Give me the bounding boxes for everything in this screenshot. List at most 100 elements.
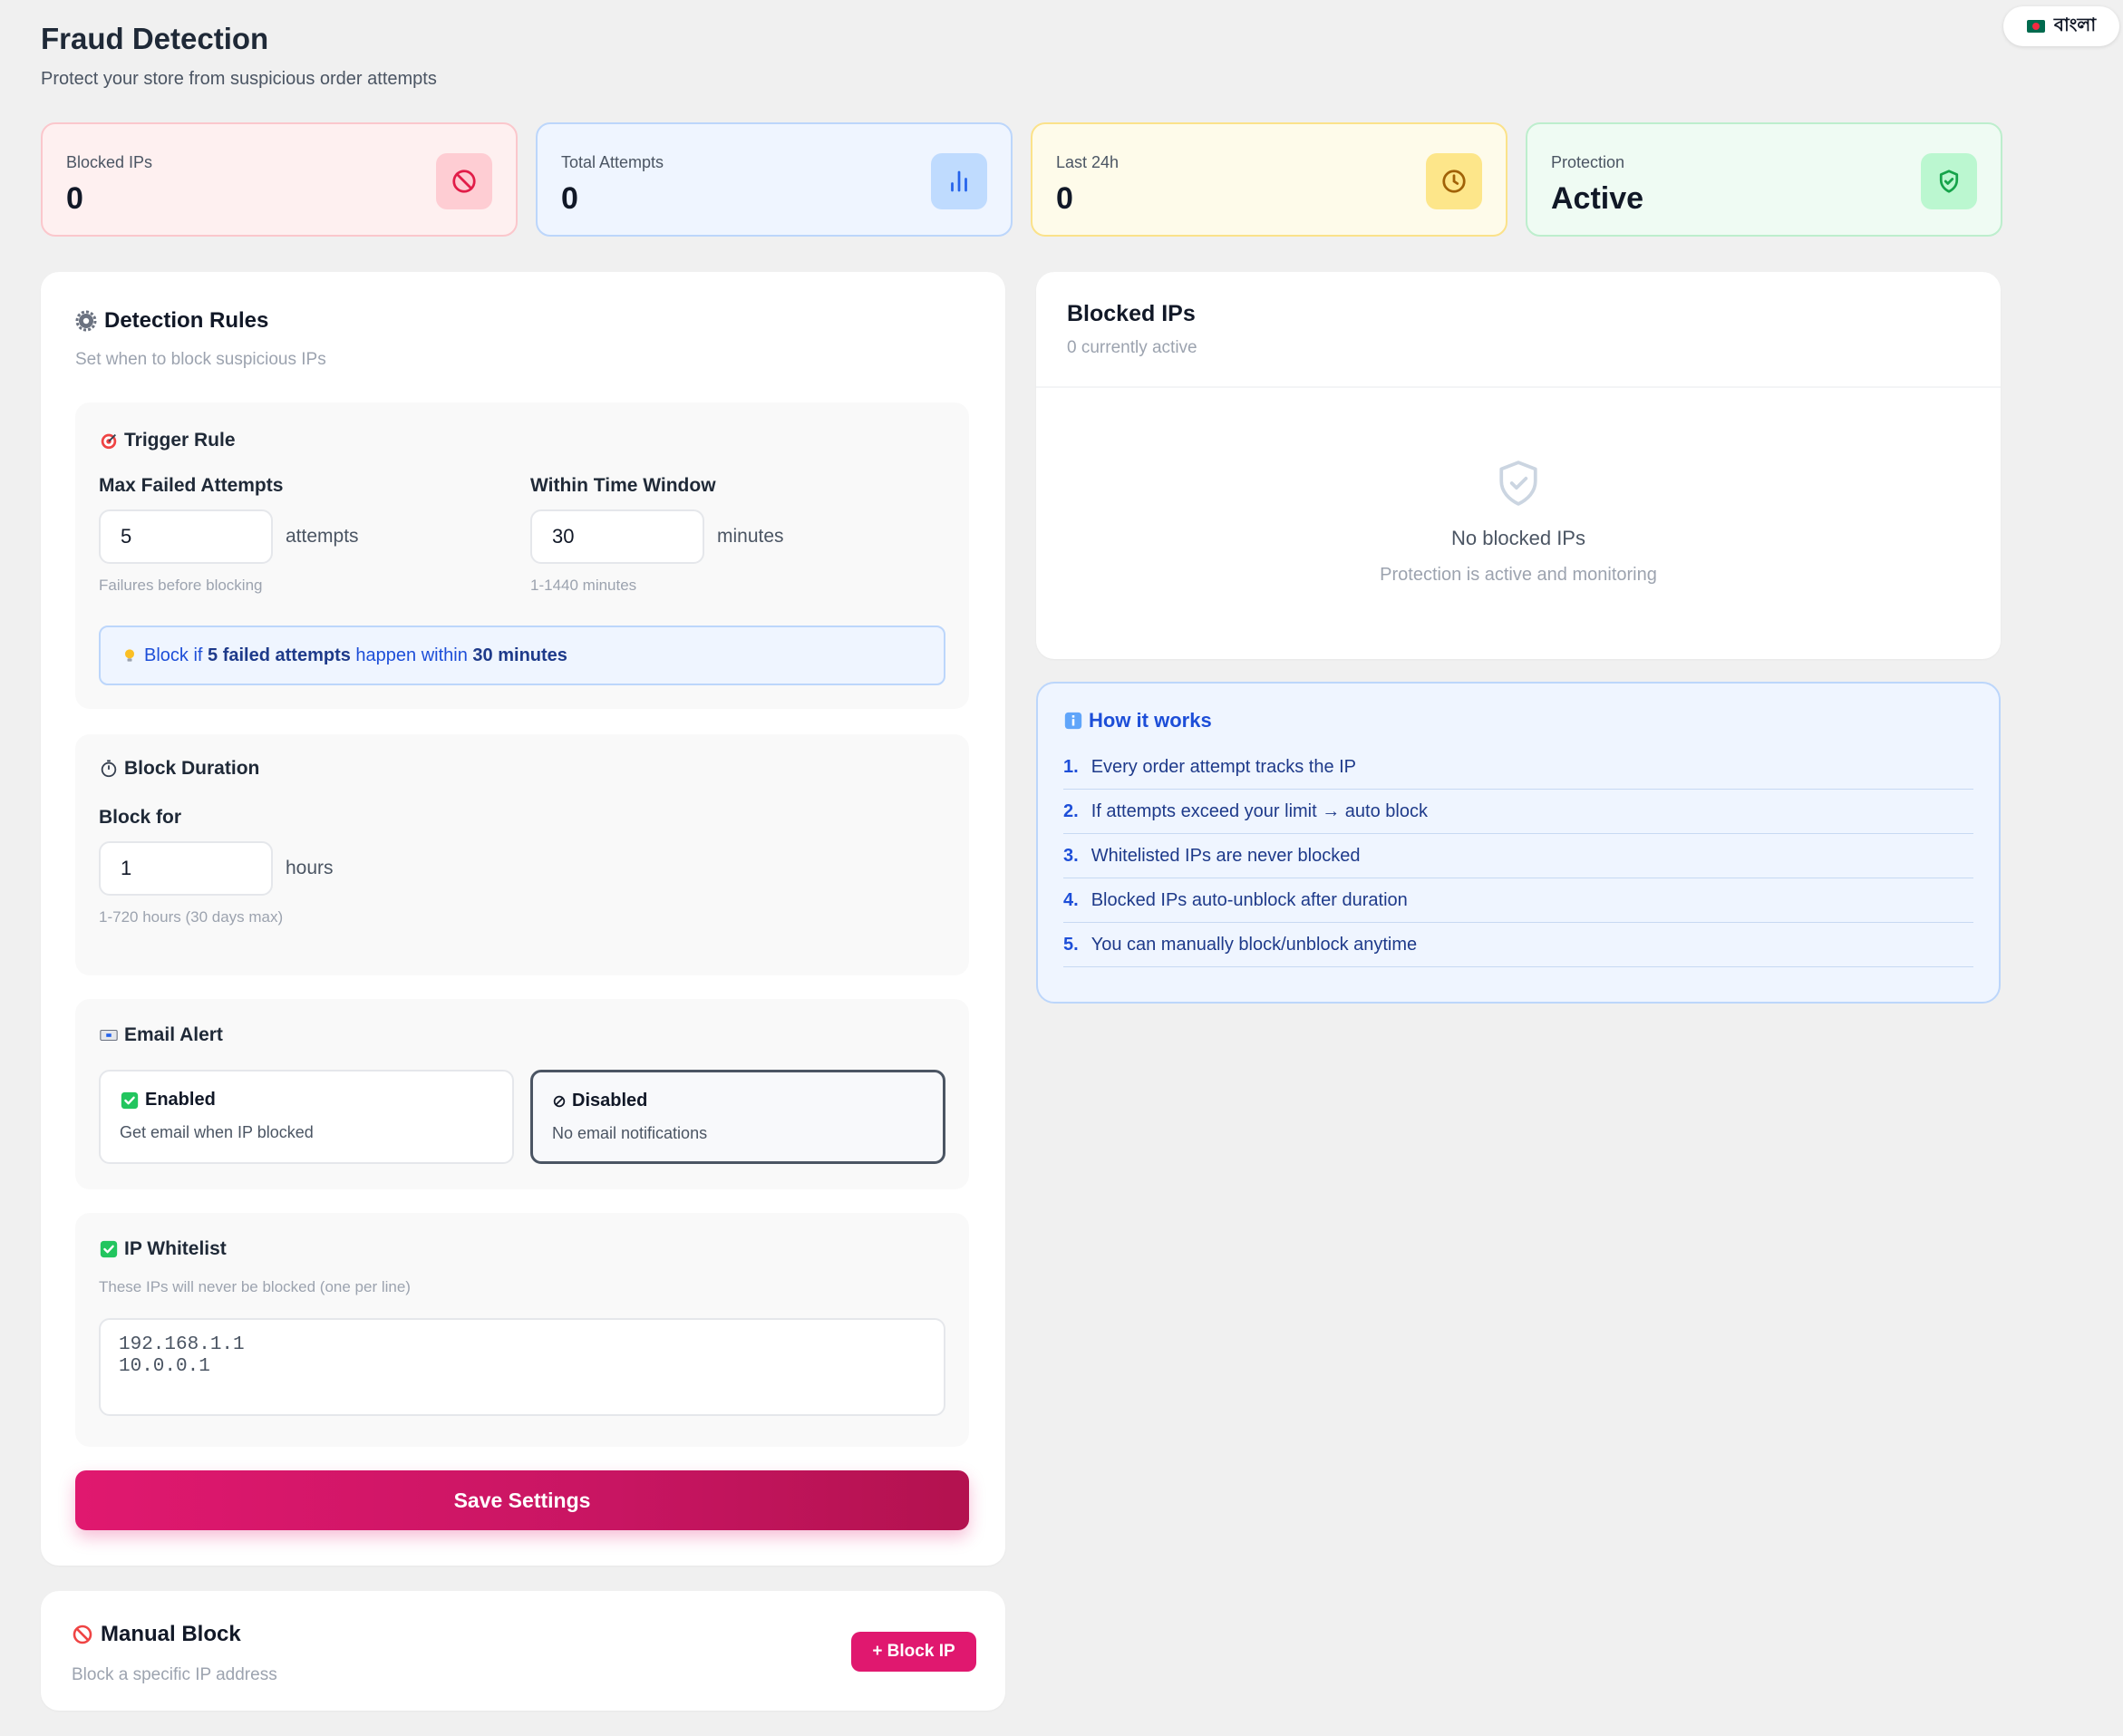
list-item-number: 4. xyxy=(1063,889,1079,910)
detection-rules-panel: Detection Rules Set when to block suspic… xyxy=(41,272,1005,1566)
block-duration-title: Block Duration xyxy=(99,758,259,780)
stat-value: 0 xyxy=(1056,181,1073,216)
list-item: 5. You can manually block/unblock anytime xyxy=(1063,923,1973,967)
email-enabled-title: Enabled xyxy=(120,1090,493,1110)
stat-card-blocked-ips: Blocked IPs 0 xyxy=(41,122,518,237)
manual-block-title-text: Manual Block xyxy=(101,1622,241,1646)
language-label: বাংলা xyxy=(2053,15,2097,35)
time-window-row: minutes xyxy=(530,509,784,564)
max-attempts-label: Max Failed Attempts xyxy=(99,475,284,496)
manual-block-panel: Manual Block Block a specific IP address… xyxy=(41,1591,1005,1711)
blocked-ips-title: Blocked IPs xyxy=(1067,301,1196,326)
time-window-hint: 1-1440 minutes xyxy=(530,577,637,594)
ban-icon xyxy=(436,153,492,209)
trigger-rule-title-text: Trigger Rule xyxy=(124,430,236,451)
ip-whitelist-title-text: IP Whitelist xyxy=(124,1238,227,1259)
summary-attempts: 5 failed attempts xyxy=(208,645,351,665)
stat-label: Total Attempts xyxy=(561,153,664,171)
block-for-label: Block for xyxy=(99,807,182,828)
max-attempts-hint: Failures before blocking xyxy=(99,577,263,594)
list-item: 1. Every order attempt tracks the IP xyxy=(1063,745,1973,790)
blocked-ips-empty-state: No blocked IPs Protection is active and … xyxy=(1036,458,2001,586)
list-item-number: 1. xyxy=(1063,756,1079,777)
summary-prefix: Block if xyxy=(144,645,203,665)
block-ip-button[interactable]: + Block IP xyxy=(851,1632,976,1672)
how-it-works-panel: How it works 1. Every order attempt track… xyxy=(1036,682,2001,1004)
email-disabled-option[interactable]: Disabled No email notifications xyxy=(530,1070,945,1164)
no-entry-icon xyxy=(73,1624,92,1644)
page-subtitle: Protect your store from suspicious order… xyxy=(41,69,437,89)
max-attempts-unit: attempts xyxy=(286,526,359,547)
list-item: 3. Whitelisted IPs are never blocked xyxy=(1063,834,1973,878)
list-item-text: Blocked IPs auto-unblock after duration xyxy=(1091,889,1408,910)
ip-whitelist-desc: These IPs will never be blocked (one per… xyxy=(99,1278,411,1295)
stat-value: 0 xyxy=(66,181,83,216)
time-window-input[interactable] xyxy=(530,509,704,564)
trigger-summary: Block if 5 failed attempts happen within… xyxy=(99,626,945,685)
time-window-unit: minutes xyxy=(717,526,784,547)
target-icon xyxy=(101,433,117,450)
shield-check-icon xyxy=(1921,153,1977,209)
language-switch-button[interactable]: বাংলা xyxy=(2003,6,2119,46)
email-enabled-desc: Get email when IP blocked xyxy=(120,1123,314,1141)
trigger-rule-card: Trigger Rule Max Failed Attempts attempt… xyxy=(75,402,969,709)
block-for-row: hours xyxy=(99,841,334,896)
bangladesh-flag-icon xyxy=(2026,20,2045,33)
summary-window: 30 minutes xyxy=(472,645,567,665)
list-item-number: 2. xyxy=(1063,800,1079,821)
ip-whitelist-title: IP Whitelist xyxy=(99,1238,227,1260)
time-window-field: Within Time Window minutes 1-1440 minute… xyxy=(530,475,784,595)
check-box-icon xyxy=(99,1239,119,1259)
block-duration-hint: 1-720 hours (30 days max) xyxy=(99,908,284,926)
how-it-works-title-text: How it works xyxy=(1089,709,1212,732)
how-it-works-title: How it works xyxy=(1063,709,1973,732)
max-attempts-row: attempts xyxy=(99,509,359,564)
manual-block-desc: Block a specific IP address xyxy=(72,1665,277,1684)
email-alert-card: Email Alert Enabled Get email when IP bl… xyxy=(75,999,969,1189)
check-box-icon xyxy=(120,1091,140,1110)
stat-label: Protection xyxy=(1551,153,1625,171)
stat-label: Last 24h xyxy=(1056,153,1120,171)
list-item-number: 3. xyxy=(1063,845,1079,866)
block-for-field: Block for hours 1-720 hours (30 days max… xyxy=(99,807,334,926)
bar-chart-icon xyxy=(931,153,987,209)
stat-value: Active xyxy=(1551,181,1644,216)
blocked-ips-count: 0 currently active xyxy=(1067,338,1197,357)
stat-card-last-24h: Last 24h 0 xyxy=(1031,122,1507,237)
stat-card-protection: Protection Active xyxy=(1526,122,2002,237)
list-item-text: Every order attempt tracks the IP xyxy=(1091,756,1357,777)
stat-card-total-attempts: Total Attempts 0 xyxy=(536,122,1013,237)
ip-whitelist-card: IP Whitelist These IPs will never be blo… xyxy=(75,1213,969,1447)
stat-label: Blocked IPs xyxy=(66,153,153,171)
max-attempts-field: Max Failed Attempts attempts Failures be… xyxy=(99,475,359,595)
blocked-ips-header: Blocked IPs 0 currently active xyxy=(1036,272,2001,388)
how-it-works-list: 1. Every order attempt tracks the IP 2. If… xyxy=(1063,745,1973,967)
stats-row: Blocked IPs 0 Total Attempts 0 Last 24h … xyxy=(41,122,2002,237)
email-alert-title: Email Alert xyxy=(99,1024,223,1046)
envelope-icon xyxy=(100,1029,118,1042)
email-enabled-option[interactable]: Enabled Get email when IP blocked xyxy=(99,1070,514,1164)
clock-icon xyxy=(1426,153,1482,209)
blocked-ips-panel: Blocked IPs 0 currently active No blocke… xyxy=(1036,272,2001,659)
empty-state-desc: Protection is active and monitoring xyxy=(1380,565,1657,585)
prohibited-icon xyxy=(552,1094,567,1109)
max-attempts-input[interactable] xyxy=(99,509,273,564)
email-disabled-desc: No email notifications xyxy=(552,1124,708,1142)
list-item: 4. Blocked IPs auto-unblock after duratio… xyxy=(1063,878,1973,923)
stat-value: 0 xyxy=(561,181,578,216)
save-settings-button[interactable]: Save Settings xyxy=(75,1470,969,1530)
stopwatch-icon xyxy=(101,760,117,778)
manual-block-title: Manual Block xyxy=(72,1622,241,1647)
block-duration-unit: hours xyxy=(286,858,334,878)
list-item: 2. If attempts exceed your limit → auto b… xyxy=(1063,790,1973,834)
page-header: Fraud Detection Protect your store from … xyxy=(41,22,437,90)
email-alert-title-text: Email Alert xyxy=(124,1024,223,1045)
trigger-rule-title: Trigger Rule xyxy=(99,430,236,451)
detection-rules-header: Detection Rules Set when to block suspic… xyxy=(75,308,326,370)
detection-rules-title: Detection Rules xyxy=(75,308,326,334)
page-title: Fraud Detection xyxy=(41,22,269,55)
detection-rules-subtitle: Set when to block suspicious IPs xyxy=(75,350,326,369)
block-duration-input[interactable] xyxy=(99,841,273,896)
ip-whitelist-textarea[interactable]: 192.168.1.1 10.0.0.1 xyxy=(99,1318,945,1416)
list-item-text: Whitelisted IPs are never blocked xyxy=(1091,845,1361,866)
